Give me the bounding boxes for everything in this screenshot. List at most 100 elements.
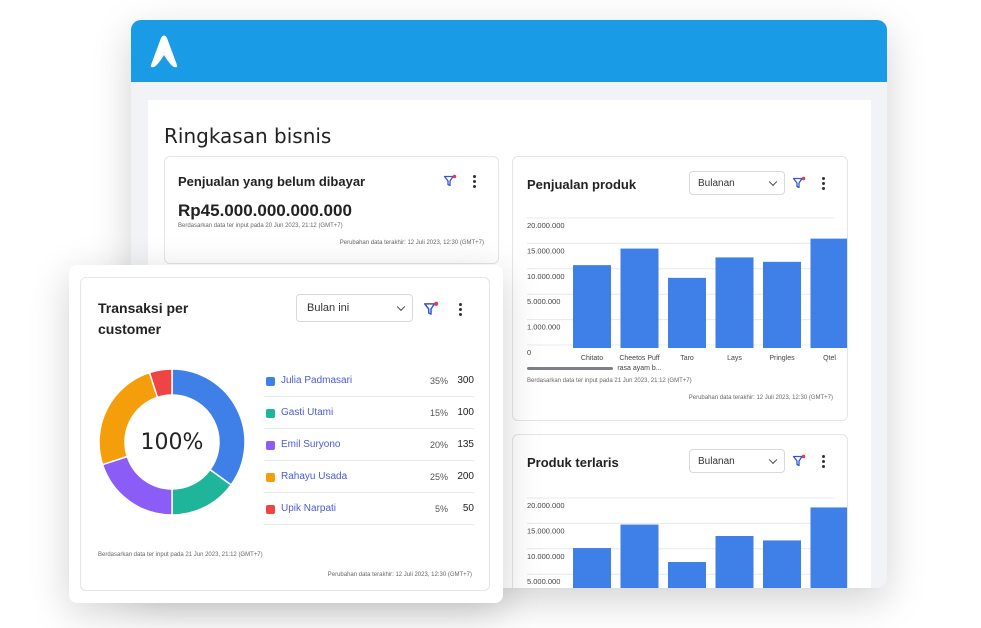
bar[interactable] [763, 540, 801, 588]
donut-chart: 100% [98, 368, 246, 516]
customer-name[interactable]: Gasti Utami [281, 407, 333, 418]
customer-transaction-count: 50 [462, 503, 474, 514]
filter-icon [792, 176, 806, 189]
data-source-note: Berdasarkan data ter input pada 21 Jun 2… [98, 552, 263, 558]
bar[interactable] [763, 261, 801, 348]
customer-name[interactable]: Julia Padmasari [281, 375, 352, 386]
customer-percentage: 15% [429, 408, 448, 418]
legend-row[interactable]: Rahayu Usada 25% 200 [264, 461, 474, 493]
y-tick-label: 10.000.000 [527, 272, 565, 281]
bar[interactable] [668, 277, 706, 348]
customer-percentage: 20% [429, 440, 448, 450]
horizontal-scrollbar[interactable] [527, 367, 613, 370]
x-tick-label: Qtel [823, 355, 836, 362]
customer-transaction-count: 100 [457, 407, 474, 418]
last-updated-note: Perubahan data terakhir: 12 Juli 2023, 1… [339, 240, 484, 246]
unpaid-amount: Rp45.000.000.000.000 [178, 201, 352, 220]
filter-icon [443, 174, 457, 187]
top-bar [131, 20, 887, 82]
more-options-button[interactable] [469, 172, 479, 190]
filter-button[interactable] [421, 299, 441, 319]
best-seller-card: Produk terlaris Bulanan 20.000.000 15.000… [512, 434, 848, 588]
x-tick-label: Lays [727, 355, 742, 362]
legend-row[interactable]: Julia Padmasari 35% 300 [264, 365, 474, 397]
period-select[interactable]: Bulan ini [296, 294, 413, 322]
filter-button[interactable] [790, 452, 808, 470]
customer-transaction-count: 200 [457, 471, 474, 482]
chevron-down-icon [768, 455, 778, 465]
chevron-down-icon [768, 177, 778, 187]
page-title: Ringkasan bisnis [164, 124, 332, 148]
legend-row[interactable]: Emil Suryono 20% 135 [264, 429, 474, 461]
filter-button[interactable] [790, 174, 808, 192]
period-select[interactable]: Bulanan [689, 171, 785, 195]
filter-icon [423, 301, 439, 315]
chevron-down-icon [396, 302, 406, 312]
app-logo-icon[interactable] [147, 34, 181, 68]
legend-row[interactable]: Gasti Utami 15% 100 [264, 397, 474, 429]
y-tick-label: 15.000.000 [527, 246, 565, 255]
last-updated-note: Perubahan data terakhir: 12 Juli 2023, 1… [688, 395, 833, 401]
product-sales-card: Penjualan produk Bulanan 20.000.000 15.00… [512, 156, 848, 421]
customer-transactions-panel: Transaksi per customer Bulan ini 100% Ju… [80, 277, 490, 591]
donut-center-label: 100% [140, 429, 204, 455]
y-tick-label: 1.000.000 [527, 323, 560, 332]
customer-legend: Julia Padmasari 35% 300 Gasti Utami 15% 100 Em… [264, 365, 474, 525]
customer-name[interactable]: Upik Narpati [281, 503, 336, 514]
more-options-button[interactable] [818, 174, 828, 192]
legend-color-swatch [266, 505, 275, 514]
customer-transaction-count: 300 [457, 375, 474, 386]
legend-color-swatch [266, 441, 275, 450]
y-tick-label: 0 [527, 348, 531, 357]
customer-name[interactable]: Rahayu Usada [281, 471, 347, 482]
legend-color-swatch [266, 409, 275, 418]
customer-name[interactable]: Emil Suryono [281, 439, 340, 450]
bar[interactable] [810, 238, 848, 348]
stage: Ringkasan bisnis Penjualan yang belum di… [0, 0, 981, 628]
product-sales-chart: 20.000.000 15.000.000 10.000.000 5.000.000 1… [527, 217, 848, 372]
data-source-note: Berdasarkan data ter input pada 20 Jun 2… [178, 223, 343, 229]
bar[interactable] [573, 548, 611, 588]
bar[interactable] [810, 507, 848, 588]
period-select-value: Bulanan [698, 455, 735, 467]
x-tick-label: Taro [680, 355, 694, 362]
bar[interactable] [668, 562, 706, 588]
legend-color-swatch [266, 473, 275, 482]
filter-button[interactable] [441, 172, 459, 190]
bar[interactable] [573, 265, 611, 348]
card-title: Penjualan yang belum dibayar [178, 174, 366, 189]
card-title: Transaksi per customer [98, 300, 189, 337]
period-select-value: Bulan ini [307, 302, 350, 314]
data-source-note: Berdasarkan data ter input pada 21 Jun 2… [527, 378, 692, 384]
unpaid-sales-card: Penjualan yang belum dibayar Rp45.000.00… [164, 156, 499, 264]
period-select-value: Bulanan [698, 177, 735, 189]
bar[interactable] [620, 248, 659, 348]
more-options-button[interactable] [455, 299, 465, 319]
customer-percentage: 35% [429, 376, 448, 386]
y-tick-label: 15.000.000 [527, 526, 565, 535]
legend-color-swatch [266, 377, 275, 386]
card-title: Penjualan produk [527, 177, 637, 192]
bar[interactable] [620, 524, 659, 588]
last-updated-note: Perubahan data terakhir: 12 Juli 2023, 1… [327, 572, 472, 578]
bar[interactable] [715, 535, 754, 588]
customer-transaction-count: 135 [457, 439, 474, 450]
x-tick-label: Cheetos Puff [619, 355, 659, 362]
x-tick-label: Chitato [581, 355, 603, 362]
y-tick-label: 20.000.000 [527, 501, 565, 510]
bar[interactable] [715, 257, 754, 348]
filter-icon [792, 454, 806, 467]
customer-transactions-card: Transaksi per customer Bulan ini 100% Ju… [69, 265, 503, 603]
card-title: Produk terlaris [527, 455, 619, 470]
y-tick-label: 5.000.000 [527, 577, 560, 586]
y-tick-label: 10.000.000 [527, 552, 565, 561]
period-select[interactable]: Bulanan [689, 449, 785, 473]
legend-row[interactable]: Upik Narpati 5% 50 [264, 493, 474, 525]
x-tick-label: Pringles [769, 355, 795, 362]
x-tick-label: rasa ayam b... [617, 365, 661, 372]
best-seller-chart: 20.000.000 15.000.000 10.000.000 5.000.000 [527, 497, 848, 588]
customer-percentage: 25% [429, 472, 448, 482]
customer-percentage: 5% [434, 504, 448, 514]
more-options-button[interactable] [818, 452, 828, 470]
y-tick-label: 5.000.000 [527, 297, 560, 306]
